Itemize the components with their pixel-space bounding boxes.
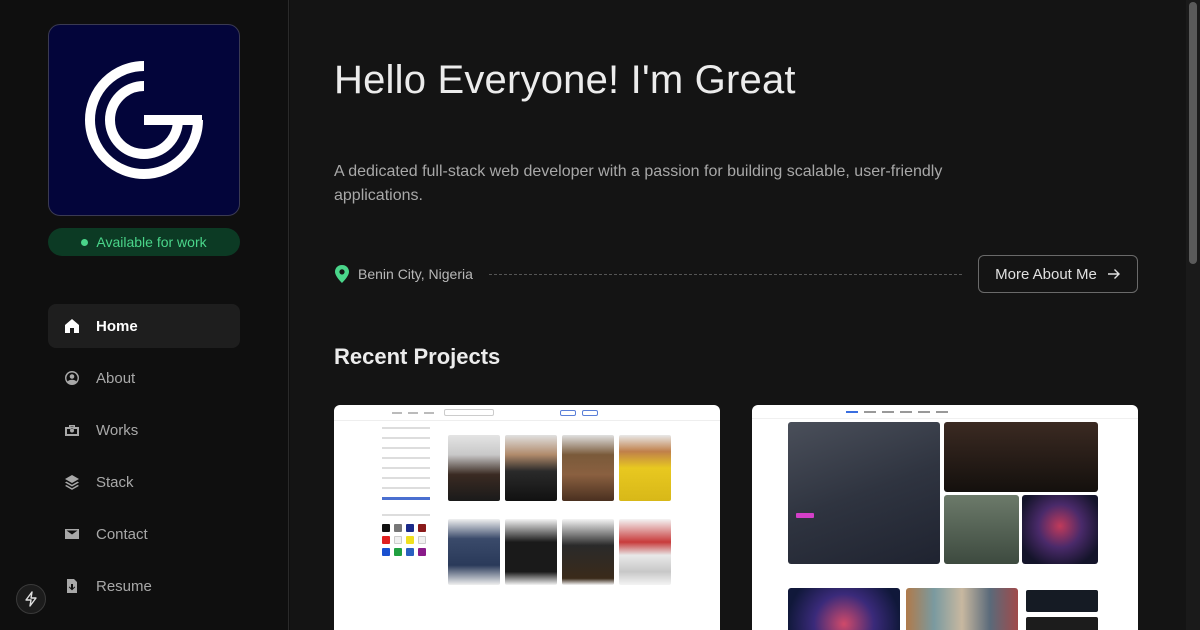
project-card-shop[interactable] — [334, 405, 720, 630]
thumbnail-nav-link — [408, 411, 418, 414]
filter-line — [382, 467, 430, 469]
filter-line — [382, 457, 430, 459]
thumbnail-nav-link — [918, 410, 930, 413]
color-swatch — [394, 524, 402, 532]
sidebar-item-label: Contact — [96, 525, 148, 543]
thumbnail-button — [560, 409, 576, 416]
sidebar-item-label: Resume — [96, 577, 152, 595]
page-title: Hello Everyone! I'm Great — [334, 58, 796, 102]
color-swatch — [406, 548, 414, 556]
product-image — [448, 519, 500, 585]
theme-toggle-button[interactable] — [16, 584, 46, 614]
post-image — [944, 495, 1019, 564]
filter-line — [382, 427, 430, 429]
g-monogram-icon — [85, 61, 203, 179]
color-swatch — [406, 536, 414, 544]
scrollbar[interactable] — [1186, 0, 1200, 630]
color-swatch — [418, 548, 426, 556]
product-image — [562, 519, 614, 585]
sidebar-nav: Home About Works Stack Contact Resume — [48, 304, 240, 616]
thumbnail-product-grid — [448, 435, 671, 585]
sidebar: Available for work Home About Works Stac… — [0, 0, 289, 630]
lightning-icon — [25, 591, 37, 607]
product-image — [619, 519, 671, 585]
color-swatch — [394, 536, 402, 544]
recent-projects-heading: Recent Projects — [334, 344, 501, 369]
sidebar-item-works[interactable]: Works — [48, 408, 240, 452]
thumbnail-nav-link — [900, 410, 912, 413]
availability-text: Available for work — [96, 234, 207, 250]
divider — [488, 273, 962, 275]
home-icon — [65, 319, 79, 333]
sidebar-item-resume[interactable]: Resume — [48, 564, 240, 608]
hero-description: A dedicated full-stack web developer wit… — [334, 163, 943, 204]
sidebar-item-label: Home — [96, 317, 138, 335]
availability-badge: Available for work — [48, 228, 240, 256]
layers-icon — [65, 475, 79, 490]
color-swatch — [382, 536, 390, 544]
product-image — [619, 435, 671, 501]
thumbnail-nav-link — [846, 410, 858, 413]
filter-line — [382, 487, 430, 489]
mail-icon — [65, 529, 79, 539]
arrow-right-icon — [1107, 269, 1120, 279]
thumbnail-nav-link — [936, 410, 948, 413]
briefcase-icon — [65, 425, 79, 436]
filter-line — [382, 477, 430, 479]
post-image — [1022, 495, 1098, 564]
filter-line — [382, 514, 430, 516]
trending-topic — [1026, 590, 1098, 612]
product-image — [505, 519, 557, 585]
sidebar-item-contact[interactable]: Contact — [48, 512, 240, 556]
color-swatch — [382, 524, 390, 532]
scrollbar-thumb[interactable] — [1189, 2, 1197, 264]
more-about-me-button[interactable]: More About Me — [978, 255, 1138, 293]
sidebar-item-stack[interactable]: Stack — [48, 460, 240, 504]
project-card-blog[interactable] — [752, 405, 1138, 630]
filter-line — [382, 437, 430, 439]
thumbnail-nav-link — [864, 410, 876, 413]
highlight-image — [788, 588, 900, 630]
product-image — [505, 435, 557, 501]
color-swatch — [418, 524, 426, 532]
featured-post-image — [788, 422, 940, 564]
thumbnail-filter-panel — [382, 427, 440, 556]
location-text: Benin City, Nigeria — [358, 266, 473, 282]
user-circle-icon — [65, 371, 79, 385]
post-tag — [796, 513, 814, 518]
main-content: Hello Everyone! I'm Great A dedicated fu… — [290, 0, 1200, 630]
color-swatch — [394, 548, 402, 556]
thumbnail-button — [582, 409, 598, 416]
highlight-image — [906, 588, 1018, 630]
download-file-icon — [67, 579, 77, 593]
more-about-me-label: More About Me — [995, 265, 1097, 283]
product-image — [448, 435, 500, 501]
logo[interactable] — [48, 24, 240, 216]
color-swatch — [406, 524, 414, 532]
thumbnail-search — [444, 409, 494, 416]
sidebar-item-label: Stack — [96, 473, 134, 491]
thumbnail-nav-link — [882, 410, 894, 413]
sidebar-item-about[interactable]: About — [48, 356, 240, 400]
location-row: Benin City, Nigeria More About Me — [334, 255, 1138, 293]
trending-topic — [1026, 617, 1098, 630]
color-swatch — [382, 548, 390, 556]
sidebar-item-home[interactable]: Home — [48, 304, 240, 348]
price-slider — [382, 497, 430, 500]
thumbnail-nav-link — [424, 411, 434, 414]
project-thumbnail-navbar — [752, 405, 1138, 419]
sidebar-item-label: Works — [96, 421, 139, 439]
post-image — [944, 422, 1098, 492]
location-pin-icon — [335, 265, 349, 283]
thumbnail-nav-link — [392, 411, 402, 414]
color-swatch — [418, 536, 426, 544]
product-image — [562, 435, 614, 501]
color-swatches — [382, 524, 440, 556]
sidebar-item-label: About — [96, 369, 136, 387]
project-thumbnail-navbar — [334, 405, 720, 421]
filter-line — [382, 447, 430, 449]
status-dot — [81, 238, 89, 246]
